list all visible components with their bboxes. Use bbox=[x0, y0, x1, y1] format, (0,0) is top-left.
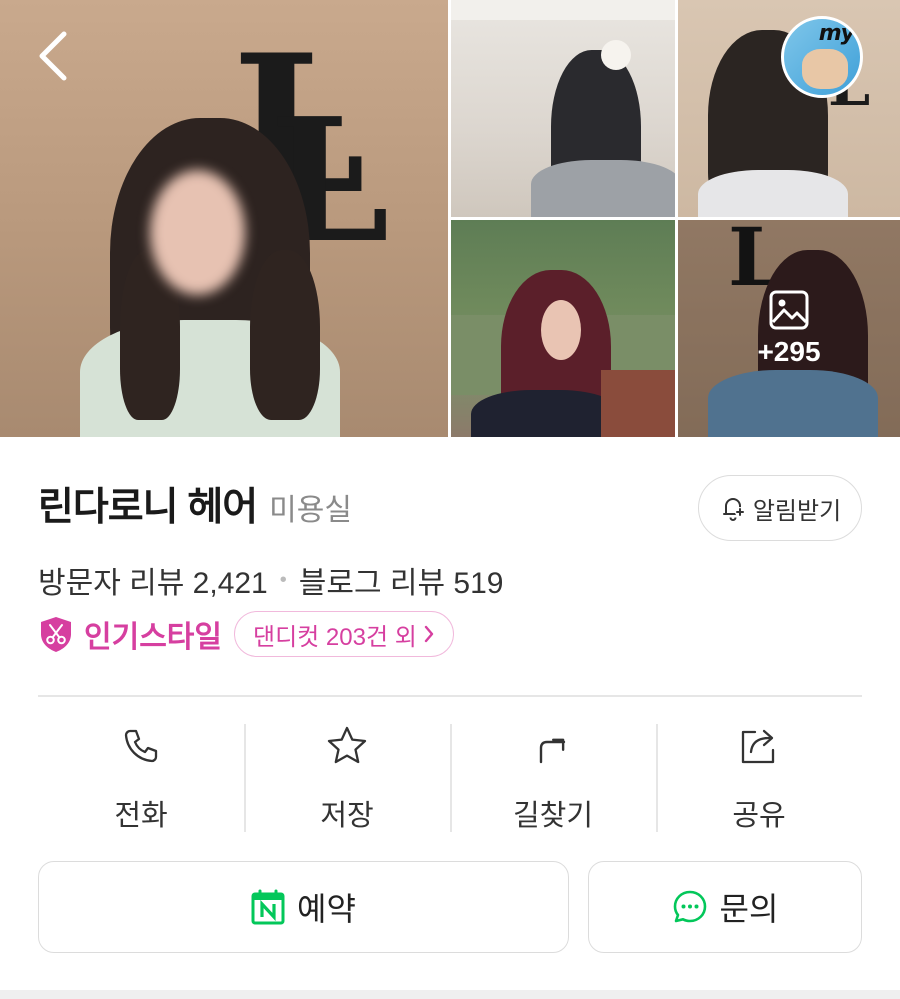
more-photos-count: +295 bbox=[757, 335, 821, 367]
lamp bbox=[601, 40, 631, 70]
shirt-shape bbox=[698, 170, 848, 217]
reserve-button[interactable]: 예약 bbox=[38, 861, 569, 953]
railing bbox=[601, 370, 675, 437]
face-shape bbox=[541, 300, 581, 360]
reserve-label: 예약 bbox=[297, 891, 356, 927]
action-bar: 전화 저장 길찾기 공유 bbox=[38, 722, 862, 834]
directions-action[interactable]: 길찾기 bbox=[450, 722, 656, 834]
notify-button[interactable]: 알림받기 bbox=[698, 475, 862, 541]
back-button[interactable] bbox=[28, 26, 84, 86]
avatar-figure bbox=[802, 49, 848, 89]
notify-label: 알림받기 bbox=[752, 497, 842, 525]
popular-style-chip-label: 댄디컷 203건 외 bbox=[253, 623, 417, 651]
chat-bubble-icon bbox=[673, 890, 706, 923]
scissors-shield-icon bbox=[41, 617, 71, 652]
call-action[interactable]: 전화 bbox=[38, 722, 244, 834]
gallery-photo-3[interactable] bbox=[451, 220, 675, 437]
review-separator: • bbox=[279, 568, 287, 591]
directions-label: 길찾기 bbox=[512, 800, 594, 832]
blurred-face bbox=[150, 170, 245, 295]
share-action[interactable]: 공유 bbox=[656, 722, 862, 834]
gallery-photo-1[interactable] bbox=[451, 0, 675, 217]
hair-shape-right bbox=[250, 250, 320, 420]
section-divider bbox=[38, 695, 862, 697]
visitor-review-link[interactable]: 방문자 리뷰 2,421 bbox=[38, 558, 268, 602]
image-icon bbox=[769, 290, 809, 329]
call-label: 전화 bbox=[114, 800, 168, 832]
place-category: 미용실 bbox=[269, 494, 352, 527]
bell-plus-icon bbox=[722, 498, 745, 521]
shirt-shape bbox=[471, 390, 621, 437]
shirt-shape bbox=[531, 160, 675, 217]
place-title-row: 린다로니 헤어 미용실 bbox=[38, 476, 352, 532]
photo-gallery: L L L L +295 bbox=[0, 0, 900, 437]
inquiry-button[interactable]: 문의 bbox=[588, 861, 862, 953]
review-summary: 방문자 리뷰 2,421 • 블로그 리뷰 519 bbox=[38, 558, 504, 602]
popular-style-label: 인기스타일 bbox=[84, 621, 222, 654]
my-profile-avatar[interactable]: my bbox=[781, 16, 863, 98]
popular-style-chip[interactable]: 댄디컷 203건 외 bbox=[234, 611, 454, 657]
ceiling bbox=[451, 0, 675, 20]
chevron-right-icon bbox=[424, 625, 433, 643]
avatar-my-label: my bbox=[818, 21, 855, 46]
directions-icon bbox=[539, 738, 566, 764]
blog-review-link[interactable]: 블로그 리뷰 519 bbox=[299, 558, 504, 602]
star-icon bbox=[327, 726, 367, 764]
phone-icon bbox=[124, 729, 158, 763]
share-label: 공유 bbox=[732, 800, 786, 832]
popular-style-row: 인기스타일 댄디컷 203건 외 bbox=[38, 611, 454, 657]
save-action[interactable]: 저장 bbox=[244, 722, 450, 834]
more-photos-overlay[interactable]: +295 bbox=[678, 220, 900, 437]
inquiry-label: 문의 bbox=[719, 891, 779, 927]
share-icon bbox=[741, 729, 775, 764]
naver-booking-icon bbox=[251, 889, 285, 925]
chevron-left-icon bbox=[39, 31, 67, 81]
place-name: 린다로니 헤어 bbox=[38, 486, 258, 529]
bottom-divider-strip bbox=[0, 990, 900, 999]
save-label: 저장 bbox=[320, 800, 374, 832]
